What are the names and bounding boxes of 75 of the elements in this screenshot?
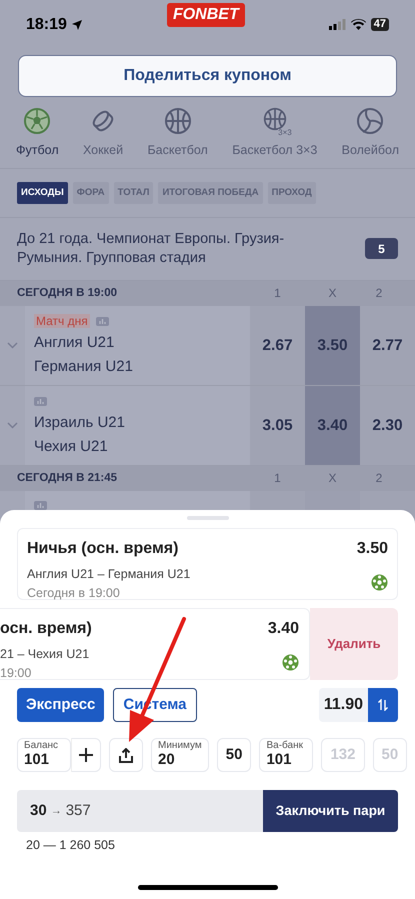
bet-selection: Ничья (осн. время) (27, 539, 180, 559)
match-time: Сегодня в 19:00 (27, 584, 121, 602)
soccer-ball-icon (371, 574, 388, 591)
sport-tab[interactable]: Баскетбол (147, 107, 208, 160)
market-tab[interactable]: ИСХОДЫ (17, 182, 68, 204)
share-coupon-button[interactable]: Поделиться купоном (18, 55, 397, 97)
soccer-ball-icon (23, 107, 52, 135)
wifi-icon (350, 19, 366, 30)
volleyball-icon (356, 107, 384, 135)
match-of-day-badge: Матч дня (34, 314, 90, 328)
bet-odds: 3.50 (356, 539, 388, 559)
swap-arrows-icon (377, 699, 389, 711)
odds-button[interactable]: 3.05 (250, 386, 305, 465)
stake-field[interactable]: 30 → 357 (17, 790, 263, 832)
odds-button[interactable]: 3.40 (305, 386, 360, 465)
sport-tab[interactable]: Волейбол (342, 107, 399, 160)
share-button[interactable] (109, 738, 143, 772)
location-arrow-icon (70, 18, 83, 30)
stake-amount: 30 (30, 800, 47, 821)
stake-range: 20 — 1 260 505 (25, 837, 116, 854)
icon-caption: 3×3 (278, 129, 292, 137)
column-header: 1 (273, 470, 282, 488)
delete-button[interactable]: Удалить (310, 608, 398, 680)
stats-icon (34, 500, 47, 510)
bet-odds: 3.40 (268, 619, 299, 639)
basketball-icon (164, 107, 192, 135)
odds-button[interactable]: 2.67 (250, 306, 305, 385)
sport-tab[interactable]: 3×3 Баскетбол 3×3 (232, 107, 318, 160)
place-bet-button[interactable]: Заключить пари (263, 790, 398, 832)
chevron-down-icon (7, 422, 18, 429)
basketball-icon (262, 107, 287, 131)
sport-tab[interactable]: Хоккей (82, 107, 124, 160)
stake-preset[interactable]: Ва-банк 101 (259, 738, 314, 772)
sport-tab[interactable]: Футбол (16, 107, 59, 160)
stake-preset[interactable]: 50 (216, 738, 252, 772)
bet-selection: осн. время) (0, 619, 92, 639)
odds-button[interactable]: 2.30 (360, 386, 415, 465)
section-time: СЕГОДНЯ В 21:45 (17, 470, 118, 486)
chevron-down-icon (7, 342, 18, 349)
battery-indicator: 47 (370, 18, 389, 31)
team-name: Англия U21 (34, 334, 116, 352)
app-logo: FONBET (166, 2, 245, 26)
stake-preset[interactable]: Баланс 101 (17, 738, 71, 772)
stats-icon (96, 316, 109, 326)
arrow-symbol: → (50, 804, 62, 819)
match-name: Англия U21 – Германия U21 (27, 566, 190, 583)
column-header: 1 (273, 285, 282, 302)
match-name: 21 – Чехия U21 (0, 646, 90, 663)
event-count: 5 (365, 238, 398, 260)
team-name: Чехия U21 (34, 438, 109, 456)
stats-icon (34, 396, 47, 406)
team-name: Израиль U21 (34, 414, 126, 432)
signal-icon (328, 19, 346, 30)
bet-type-tab[interactable]: Экспресс (17, 688, 104, 722)
total-odds: 11.90 (318, 688, 368, 722)
section-time: СЕГОДНЯ В 19:00 (17, 286, 118, 301)
sort-button[interactable] (368, 688, 398, 722)
column-header: 2 (374, 285, 384, 302)
bet-card[interactable]: Ничья (осн. время) Англия U21 – Германия U21 Сегодня в 19:00 3.50 (17, 528, 398, 600)
add-funds-button[interactable] (71, 738, 101, 772)
column-header: X (327, 285, 338, 302)
odds-button[interactable]: 2.77 (360, 306, 415, 385)
column-header: X (327, 470, 338, 488)
stake-preset[interactable]: Минимум 20 (151, 738, 209, 772)
plus-icon (79, 748, 93, 762)
status-time: 18:19 (26, 14, 67, 34)
league-title: До 21 года. Чемпионат Европы. Грузия-Румыния. Групповая стадия (17, 230, 286, 268)
match-time: 19:00 (0, 664, 32, 682)
team-name: Германия U21 (34, 358, 134, 376)
odds-button[interactable]: 3.50 (305, 306, 360, 385)
share-icon (119, 748, 133, 762)
potential-payout: 357 (66, 800, 91, 821)
bet-card[interactable]: осн. время) 21 – Чехия U21 19:00 3.40 (0, 608, 310, 680)
column-header: 2 (374, 470, 384, 488)
soccer-ball-icon (282, 654, 299, 671)
